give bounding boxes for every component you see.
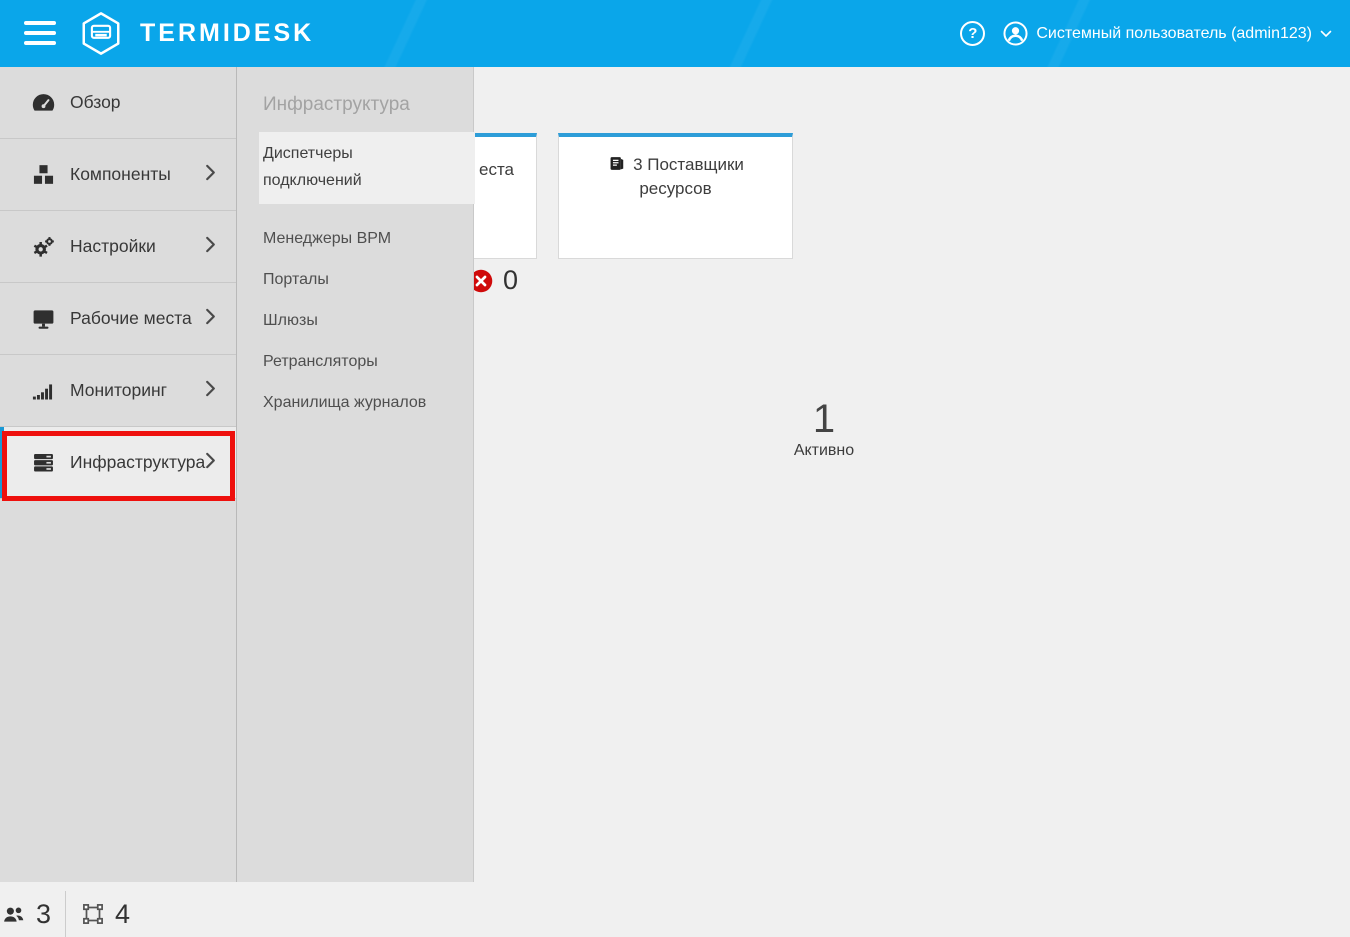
submenu-item-log-storages[interactable]: Хранилища журналов	[237, 383, 473, 423]
sidebar-item-components[interactable]: Компоненты	[0, 139, 236, 211]
monitor-icon	[30, 305, 57, 332]
chevron-down-icon	[1320, 30, 1332, 38]
submenu-item-relays[interactable]: Ретрансляторы	[237, 342, 473, 382]
brand-logo[interactable]: TERMIDESK	[78, 10, 314, 57]
donut-center-value: 1	[813, 398, 835, 440]
chevron-right-icon	[205, 379, 216, 402]
connections-donut-chart: 1 Активно	[738, 343, 910, 515]
gears-icon	[30, 233, 57, 260]
infrastructure-submenu: Инфраструктура Диспетчеры подключений Ме…	[236, 67, 474, 882]
bar-chart-icon	[30, 377, 57, 404]
sidebar-item-workplaces[interactable]: Рабочие места	[0, 283, 236, 355]
chevron-right-icon	[205, 307, 216, 330]
divider	[65, 891, 66, 937]
user-avatar-icon	[1003, 21, 1028, 46]
group-counter: 4	[80, 899, 130, 930]
sidebar-item-overview[interactable]: Обзор	[0, 67, 236, 139]
submenu-item-portals[interactable]: Порталы	[237, 260, 473, 300]
chevron-right-icon	[205, 163, 216, 186]
sidebar: Обзор Компоненты Настройки Рабочие места…	[0, 67, 236, 882]
card-title-fragment: еста	[479, 160, 514, 180]
cubes-icon	[30, 161, 57, 188]
brand-name: TERMIDESK	[140, 19, 314, 48]
summary-card-resource-providers[interactable]: 3 Поставщики ресурсов	[558, 133, 793, 259]
users-icon	[0, 902, 27, 927]
sidebar-item-monitoring[interactable]: Мониторинг	[0, 355, 236, 427]
hamburger-menu-icon[interactable]	[24, 21, 56, 46]
object-group-icon	[80, 901, 106, 927]
card-counters: 3 4	[0, 891, 1350, 937]
chevron-right-icon	[205, 451, 216, 474]
submenu-item-connection-brokers[interactable]: Диспетчеры подключений	[259, 132, 475, 204]
users-counter: 3	[0, 899, 51, 930]
hexagon-logo-icon	[78, 10, 124, 57]
submenu-title: Инфраструктура	[263, 94, 473, 116]
submenu-item-vdi-managers[interactable]: Менеджеры ВРМ	[237, 219, 473, 259]
chevron-right-icon	[205, 235, 216, 258]
donut-center-label: Активно	[794, 442, 854, 460]
counter-value: 0	[503, 265, 518, 296]
help-icon[interactable]: ?	[960, 21, 985, 46]
sidebar-item-infrastructure[interactable]: Инфраструктура	[0, 427, 236, 499]
header-actions: ? Системный пользователь (admin123)	[960, 0, 1332, 67]
sidebar-item-settings[interactable]: Настройки	[0, 211, 236, 283]
user-menu[interactable]: Системный пользователь (admin123)	[1003, 21, 1332, 46]
user-name-label: Системный пользователь (admin123)	[1036, 25, 1312, 43]
gauge-icon	[30, 89, 57, 116]
card-title: 3 Поставщики ресурсов	[559, 150, 792, 202]
submenu-item-gateways[interactable]: Шлюзы	[237, 301, 473, 341]
server-stack-icon	[30, 449, 57, 476]
top-header-bar: TERMIDESK ? Системный пользователь (admi…	[0, 0, 1350, 67]
error-counter: 0	[468, 265, 518, 296]
resource-doc-icon	[607, 154, 626, 178]
